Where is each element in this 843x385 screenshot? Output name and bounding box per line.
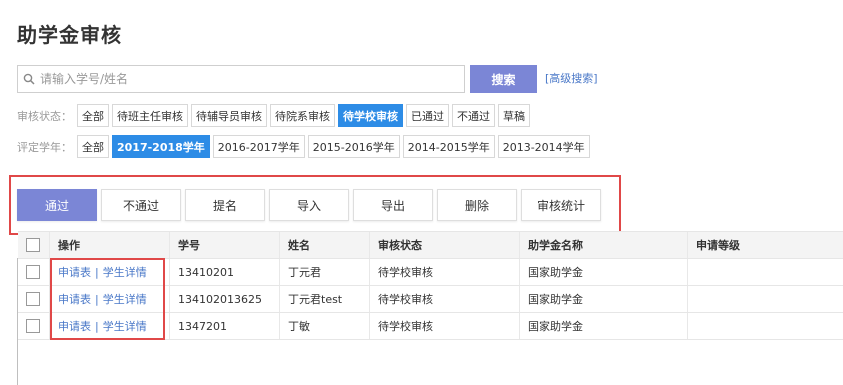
table-header: 操作 学号 姓名 审核状态 助学金名称 申请等级 xyxy=(18,232,843,259)
cell-grant-name: 国家助学金 xyxy=(520,286,688,312)
cell-name: 丁元君test xyxy=(280,286,370,312)
cell-student-no: 13410201 xyxy=(170,259,280,285)
cell-grant-name: 国家助学金 xyxy=(520,313,688,339)
action-bar: 通过 不通过 提名 导入 导出 删除 审核统计 xyxy=(17,189,601,221)
search-icon xyxy=(18,73,40,85)
row-checkbox-cell xyxy=(18,313,50,339)
search-button[interactable]: 搜索 xyxy=(470,65,537,93)
operations-highlight xyxy=(50,258,165,340)
cell-level xyxy=(688,259,843,285)
status-chip-all[interactable]: 全部 xyxy=(77,104,109,127)
row-checkbox[interactable] xyxy=(26,319,40,333)
year-chip-2014-2015[interactable]: 2014-2015学年 xyxy=(402,135,495,158)
cell-student-no: 1347201 xyxy=(170,313,280,339)
year-chip-2017-2018[interactable]: 2017-2018学年 xyxy=(112,135,210,158)
cell-name: 丁元君 xyxy=(280,259,370,285)
year-chip-all[interactable]: 全部 xyxy=(77,135,109,158)
cell-status: 待学校审核 xyxy=(370,259,520,285)
header-operation: 操作 xyxy=(50,232,170,258)
delete-button[interactable]: 删除 xyxy=(437,189,517,221)
row-checkbox[interactable] xyxy=(26,265,40,279)
year-filter-label: 评定学年： xyxy=(17,140,72,154)
year-chip-2015-2016[interactable]: 2015-2016学年 xyxy=(307,135,400,158)
review-stats-button[interactable]: 审核统计 xyxy=(521,189,601,221)
year-filter-row: 评定学年： 全部 2017-2018学年 2016-2017学年 2015-20… xyxy=(17,135,590,158)
cell-status: 待学校审核 xyxy=(370,286,520,312)
cell-grant-name: 国家助学金 xyxy=(520,259,688,285)
row-checkbox[interactable] xyxy=(26,292,40,306)
left-panel-edge xyxy=(0,258,18,385)
page-title: 助学金审核 xyxy=(17,23,122,47)
row-checkbox-cell xyxy=(18,259,50,285)
export-button[interactable]: 导出 xyxy=(353,189,433,221)
status-chip-rejected[interactable]: 不通过 xyxy=(452,104,495,127)
header-status: 审核状态 xyxy=(370,232,520,258)
cell-level xyxy=(688,286,843,312)
header-level: 申请等级 xyxy=(696,239,740,252)
status-filter-row: 审核状态： 全部 待班主任审核 待辅导员审核 待院系审核 待学校审核 已通过 不… xyxy=(17,104,530,127)
advanced-search-link[interactable]: [高级搜索] xyxy=(545,70,598,86)
search-input[interactable] xyxy=(40,67,440,91)
status-chip-passed[interactable]: 已通过 xyxy=(406,104,449,127)
cell-student-no: 134102013625 xyxy=(170,286,280,312)
reject-button[interactable]: 不通过 xyxy=(101,189,181,221)
status-chip-draft[interactable]: 草稿 xyxy=(498,104,530,127)
status-chip-school[interactable]: 待学校审核 xyxy=(338,104,403,127)
header-student-no: 学号 xyxy=(170,232,280,258)
select-all-checkbox[interactable] xyxy=(26,238,40,252)
status-chip-counselor[interactable]: 待辅导员审核 xyxy=(191,104,267,127)
row-checkbox-cell xyxy=(18,286,50,312)
cell-name: 丁敏 xyxy=(280,313,370,339)
status-chip-department[interactable]: 待院系审核 xyxy=(270,104,335,127)
status-chip-class-teacher[interactable]: 待班主任审核 xyxy=(112,104,188,127)
cell-level xyxy=(688,313,843,339)
search-box[interactable] xyxy=(17,65,465,93)
nominate-button[interactable]: 提名 xyxy=(185,189,265,221)
cell-status: 待学校审核 xyxy=(370,313,520,339)
year-chip-2016-2017[interactable]: 2016-2017学年 xyxy=(212,135,305,158)
import-button[interactable]: 导入 xyxy=(269,189,349,221)
header-name: 姓名 xyxy=(280,232,370,258)
year-chip-2013-2014[interactable]: 2013-2014学年 xyxy=(497,135,590,158)
header-checkbox-cell xyxy=(18,232,50,258)
approve-button[interactable]: 通过 xyxy=(17,189,97,221)
header-grant-name: 助学金名称 xyxy=(520,232,688,258)
status-filter-label: 审核状态： xyxy=(17,109,72,123)
